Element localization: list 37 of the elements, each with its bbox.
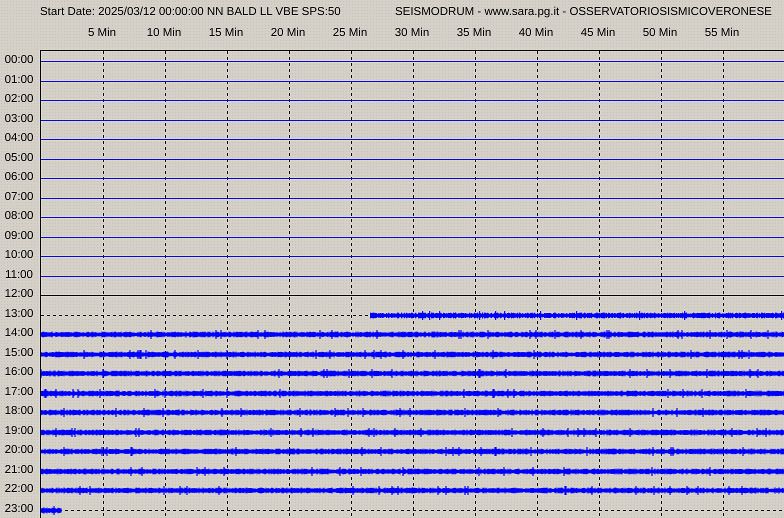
drum-title: SEISMODRUM - www.sara.pg.it - OSSERVATORIOSISMICOVERONESE [395, 6, 772, 18]
hour-label: 23:00 [4, 502, 34, 514]
hour-label: 04:00 [4, 132, 34, 144]
hour-label: 16:00 [4, 366, 34, 378]
hour-label: 13:00 [4, 308, 34, 320]
station-info: Start Date: 2025/03/12 00:00:00 NN BALD LL VBE SPS:50 [40, 6, 342, 18]
hour-label: 22:00 [4, 483, 34, 495]
time-label: 55 Min [704, 27, 740, 39]
time-label: 40 Min [518, 27, 554, 39]
hour-label: 20:00 [4, 444, 34, 456]
time-label: 35 Min [456, 27, 492, 39]
hour-label: 08:00 [4, 210, 34, 222]
hour-label: 03:00 [4, 112, 34, 124]
hour-label: 21:00 [4, 464, 34, 476]
time-label: 10 Min [146, 27, 182, 39]
time-label: 45 Min [580, 27, 616, 39]
time-label: 20 Min [270, 27, 306, 39]
hour-label: 14:00 [4, 327, 34, 339]
hour-label: 00:00 [4, 54, 34, 66]
hour-label: 11:00 [5, 268, 33, 280]
hour-label: 12:00 [4, 288, 34, 300]
hour-label: 06:00 [4, 171, 34, 183]
time-label: 25 Min [332, 27, 368, 39]
time-label: 15 Min [208, 27, 244, 39]
hour-label: 01:00 [4, 74, 34, 86]
hour-label: 07:00 [4, 190, 34, 202]
time-label: 5 Min [88, 27, 116, 39]
hour-label: 02:00 [4, 93, 34, 105]
hour-label: 19:00 [4, 424, 34, 436]
hour-label: 15:00 [4, 346, 34, 358]
time-label: 50 Min [642, 27, 678, 39]
hour-label: 09:00 [4, 230, 34, 242]
hour-label: 17:00 [4, 386, 34, 398]
time-label: 30 Min [394, 27, 430, 39]
hour-label: 10:00 [4, 249, 34, 261]
hour-label: 18:00 [4, 405, 34, 417]
hour-label: 05:00 [4, 152, 34, 164]
